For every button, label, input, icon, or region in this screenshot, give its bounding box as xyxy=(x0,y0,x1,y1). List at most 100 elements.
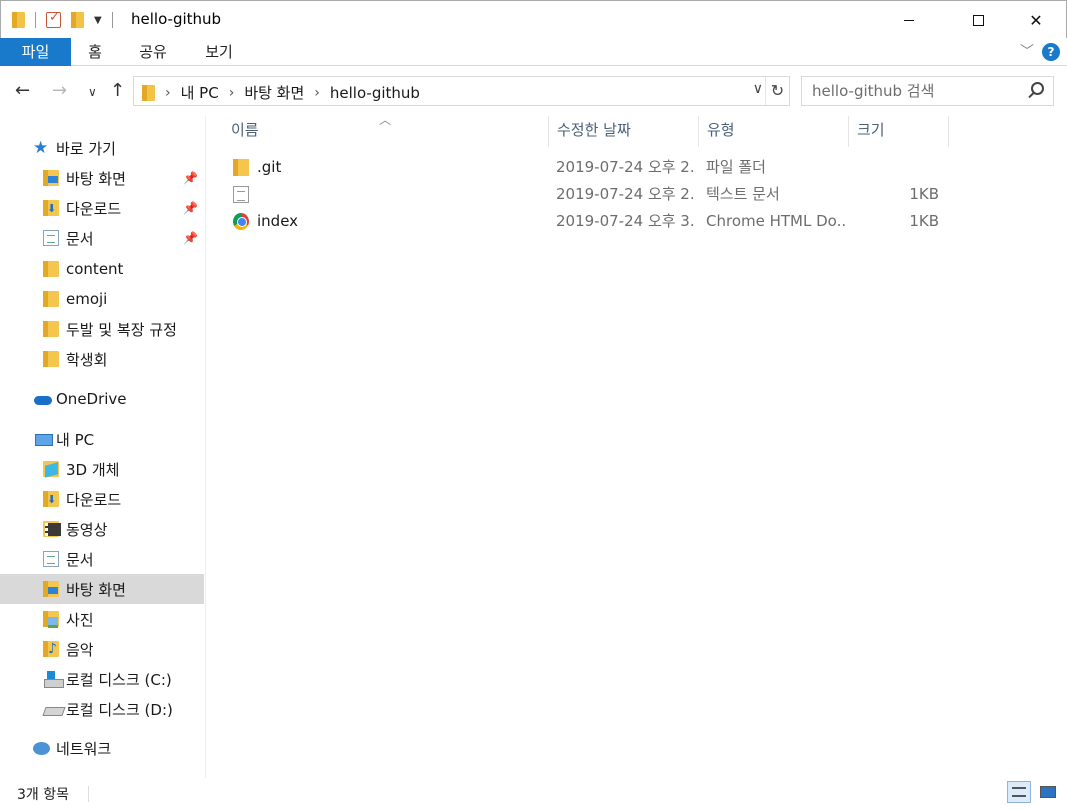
file-row[interactable]: .git 2019-07-24 오후 2... 파일 폴더 xyxy=(207,154,1067,181)
sidebar-item[interactable]: emoji xyxy=(0,284,204,314)
file-row[interactable]: index 2019-07-24 오후 3... Chrome HTML Do...… xyxy=(207,208,1067,235)
sidebar-item-label: 음악 xyxy=(66,640,94,659)
address-dropdown-chevron-icon[interactable]: ∨ xyxy=(753,81,763,97)
breadcrumb-hello-github[interactable]: hello-github xyxy=(330,84,420,102)
column-header-type[interactable]: 유형 xyxy=(699,116,849,147)
music-icon xyxy=(43,641,59,657)
file-row[interactable]: 2019-07-24 오후 2... 텍스트 문서 1KB xyxy=(207,181,1067,208)
address-bar[interactable]: › 내 PC › 바탕 화면 › hello-github ∨ ↻ xyxy=(133,76,790,106)
breadcrumb-separator[interactable]: › xyxy=(314,85,320,101)
folder-icon xyxy=(43,351,59,367)
drive-d-icon xyxy=(43,701,59,717)
forward-arrow-icon[interactable]: → xyxy=(52,80,67,101)
breadcrumb-separator[interactable]: › xyxy=(165,85,171,101)
pin-icon[interactable]: 📌 xyxy=(183,171,198,185)
sidebar-item-label: 바탕 화면 xyxy=(66,580,126,599)
refresh-icon[interactable]: ↻ xyxy=(765,77,789,105)
properties-icon[interactable] xyxy=(46,10,61,28)
breadcrumb: › 내 PC › 바탕 화면 › hello-github xyxy=(142,82,420,103)
customize-toolbar-chevron-icon[interactable]: ▼ xyxy=(94,15,102,26)
help-icon[interactable]: ? xyxy=(1042,43,1060,61)
drive-c-icon xyxy=(43,671,64,688)
status-bar: 3개 항목 xyxy=(0,778,1067,809)
breadcrumb-separator[interactable]: › xyxy=(229,85,235,101)
divider xyxy=(35,12,36,28)
sidebar-item[interactable]: ★ 바로 가기 xyxy=(0,133,204,163)
3d-objects-icon xyxy=(43,461,59,477)
column-header-size[interactable]: 크기 xyxy=(849,116,949,147)
column-header-date[interactable]: 수정한 날짜 xyxy=(549,116,699,147)
documents-icon xyxy=(43,230,59,246)
sidebar-item[interactable]: 문서 xyxy=(0,544,204,574)
file-type: 텍스트 문서 xyxy=(706,185,780,203)
chrome-icon xyxy=(233,213,249,230)
file-date: 2019-07-24 오후 3... xyxy=(556,212,696,230)
column-header-name[interactable]: 이름 xyxy=(223,116,549,147)
title-bar: ▼ hello-github ✕ xyxy=(0,0,1067,38)
sidebar-item[interactable]: 내 PC xyxy=(0,424,204,454)
close-icon: ✕ xyxy=(1029,10,1043,30)
large-icons-view-button[interactable] xyxy=(1035,781,1059,803)
sidebar-item-label: 3D 개체 xyxy=(66,460,120,479)
file-name: .git xyxy=(257,158,282,176)
tab-share[interactable]: 공유 xyxy=(130,38,176,66)
sidebar-item[interactable]: 네트워크 xyxy=(0,733,204,763)
folder-icon xyxy=(43,261,59,277)
search-input[interactable] xyxy=(802,77,1022,105)
tab-view[interactable]: 보기 xyxy=(196,38,242,66)
sidebar-item[interactable]: 문서 📌 xyxy=(0,223,204,253)
pin-icon[interactable]: 📌 xyxy=(183,201,198,215)
folder-icon xyxy=(43,321,59,337)
quick-access-toolbar: ▼ xyxy=(12,10,113,30)
sidebar-item[interactable]: 3D 개체 xyxy=(0,454,204,484)
pin-icon[interactable]: 📌 xyxy=(183,231,198,245)
item-count: 3개 항목 xyxy=(17,787,69,803)
search-icon[interactable] xyxy=(1031,82,1044,95)
sidebar-item[interactable]: 음악 xyxy=(0,634,204,664)
sidebar-item-label: 사진 xyxy=(66,610,94,629)
file-date: 2019-07-24 오후 2... xyxy=(556,158,696,176)
file-size: 1KB xyxy=(909,212,939,230)
sidebar-item-label: emoji xyxy=(66,290,108,308)
file-type: 파일 폴더 xyxy=(706,158,766,176)
maximize-button[interactable] xyxy=(955,1,1001,39)
breadcrumb-this-pc[interactable]: 내 PC xyxy=(181,82,219,103)
tab-home[interactable]: 홈 xyxy=(80,38,110,66)
sidebar-item-label: 두발 및 복장 규정 xyxy=(66,320,177,339)
search-box xyxy=(801,76,1054,106)
details-view-button[interactable] xyxy=(1007,781,1031,803)
minimize-icon xyxy=(904,19,914,21)
sidebar-item[interactable]: content xyxy=(0,254,204,284)
tab-file[interactable]: 파일 xyxy=(0,38,71,66)
sidebar-item[interactable]: 바탕 화면 📌 xyxy=(0,163,204,193)
sidebar-item[interactable]: 동영상 xyxy=(0,514,204,544)
large-icons-view-icon xyxy=(1040,786,1056,798)
close-button[interactable]: ✕ xyxy=(1013,1,1059,39)
sidebar-item[interactable]: 바탕 화면 xyxy=(0,574,204,604)
recent-locations-chevron-icon[interactable]: ∨ xyxy=(88,85,97,99)
sidebar-item-label: 동영상 xyxy=(66,520,108,539)
sidebar-item[interactable]: 두발 및 복장 규정 xyxy=(0,314,204,344)
sidebar-item[interactable]: 다운로드 📌 xyxy=(0,193,204,223)
expand-ribbon-chevron-icon[interactable]: ﹀ xyxy=(1020,41,1034,61)
pictures-icon xyxy=(43,611,59,628)
minimize-button[interactable] xyxy=(886,1,932,39)
sidebar-item-label: 로컬 디스크 (C:) xyxy=(66,670,172,689)
breadcrumb-desktop[interactable]: 바탕 화면 xyxy=(244,82,304,103)
sidebar-item[interactable]: OneDrive xyxy=(0,384,204,414)
sidebar-item[interactable]: 로컬 디스크 (C:) xyxy=(0,664,204,694)
sidebar-item-label: 다운로드 xyxy=(66,199,122,218)
sidebar-item-label: 문서 xyxy=(66,229,94,248)
up-arrow-icon[interactable]: ↑ xyxy=(110,80,125,101)
onedrive-cloud-icon xyxy=(33,391,52,407)
new-folder-icon[interactable] xyxy=(71,12,84,28)
sidebar-item[interactable]: 사진 xyxy=(0,604,204,634)
sidebar-item[interactable]: 학생회 xyxy=(0,344,204,374)
desktop-folder-icon xyxy=(43,581,59,597)
sidebar-item[interactable]: 다운로드 xyxy=(0,484,204,514)
file-date: 2019-07-24 오후 2... xyxy=(556,185,696,203)
network-icon xyxy=(33,740,50,756)
sidebar-item[interactable]: 로컬 디스크 (D:) xyxy=(0,694,204,724)
this-pc-icon xyxy=(33,431,53,447)
back-arrow-icon[interactable]: ← xyxy=(15,80,30,101)
